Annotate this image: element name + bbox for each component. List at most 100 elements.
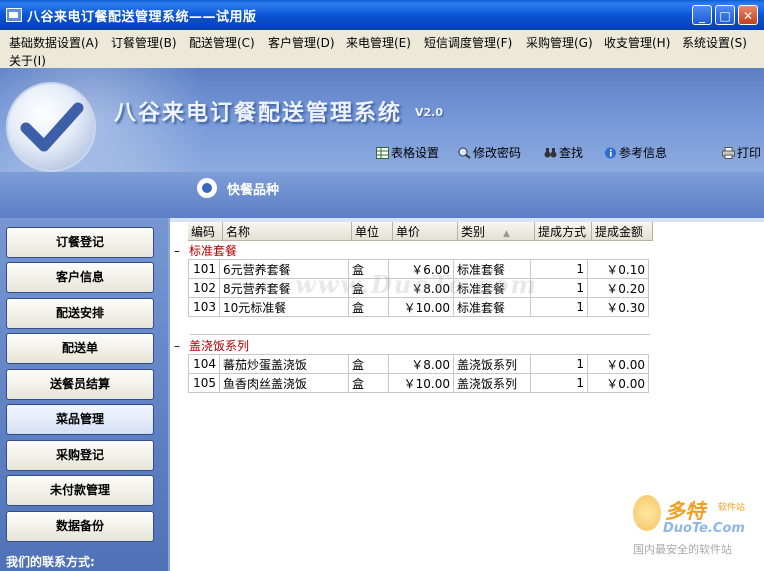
change-password-label: 修改密码 xyxy=(473,146,522,160)
cell-method: 1 xyxy=(530,278,588,298)
banner: 八谷来电订餐配送管理系统 V2.0 表格设置 修改密码 查找 参考信息 打印 xyxy=(0,68,764,172)
section-arrow-icon xyxy=(197,178,217,198)
info-icon xyxy=(605,147,616,159)
watermark-logo: 多特 软件站 DuoTe.Com 国内最安全的软件站 xyxy=(633,495,759,561)
cell-method: 1 xyxy=(530,297,588,317)
cell-code: 104 xyxy=(188,354,220,374)
sidebar-item-order-register[interactable]: 订餐登记 xyxy=(6,227,154,258)
toolbar: 表格设置 修改密码 查找 参考信息 打印 xyxy=(370,144,764,164)
sidebar: 订餐登记 客户信息 配送安排 配送单 送餐员结算 菜品管理 采购登记 未付款管理… xyxy=(0,218,168,571)
group-row[interactable]: – 标准套餐 xyxy=(174,242,237,259)
cell-amount: ￥0.10 xyxy=(587,259,649,279)
menu-call[interactable]: 来电管理(E) xyxy=(346,34,411,51)
menu-about[interactable]: 关于(I) xyxy=(9,52,46,69)
menu-sms[interactable]: 短信调度管理(F) xyxy=(424,34,512,51)
cell-price: ￥10.00 xyxy=(388,373,454,393)
section-header: 快餐品种 xyxy=(0,172,764,218)
sidebar-item-delivery-schedule[interactable]: 配送安排 xyxy=(6,298,154,329)
checkmark-logo-icon xyxy=(6,82,96,172)
sidebar-item-purchase-register[interactable]: 采购登记 xyxy=(6,440,154,471)
print-button[interactable]: 打印 xyxy=(722,144,761,161)
column-header-category[interactable]: 类别 ▲ xyxy=(457,222,535,241)
cell-unit: 盒 xyxy=(348,354,389,374)
cell-amount: ￥0.30 xyxy=(587,297,649,317)
cell-category: 盖浇饭系列 xyxy=(453,354,531,374)
collapse-icon[interactable]: – xyxy=(174,339,183,353)
sidebar-item-unpaid-management[interactable]: 未付款管理 xyxy=(6,475,154,506)
cell-method: 1 xyxy=(530,354,588,374)
sidebar-item-customer-info[interactable]: 客户信息 xyxy=(6,262,154,293)
window-title: 八谷来电订餐配送管理系统——试用版 xyxy=(27,10,257,25)
menu-order[interactable]: 订餐管理(B) xyxy=(111,34,177,51)
group-separator xyxy=(190,334,650,335)
menu-settings[interactable]: 系统设置(S) xyxy=(682,34,747,51)
table-settings-button[interactable]: 表格设置 xyxy=(376,144,439,161)
watermark-domain: DuoTe.Com xyxy=(663,521,745,536)
menu-finance[interactable]: 收支管理(H) xyxy=(604,34,670,51)
menu-basic-data[interactable]: 基础数据设置(A) xyxy=(9,34,99,51)
close-button[interactable]: ✕ xyxy=(738,5,758,25)
collapse-icon[interactable]: – xyxy=(174,244,183,258)
grid-header: 编码 名称 单位 单价 类别 ▲ 提成方式 提成金额 xyxy=(188,222,653,241)
column-header-commission-amount[interactable]: 提成金额 xyxy=(591,222,653,241)
cell-method: 1 xyxy=(530,373,588,393)
menu-delivery[interactable]: 配送管理(C) xyxy=(189,34,255,51)
mascot-icon xyxy=(633,495,661,531)
group-name: 盖浇饭系列 xyxy=(189,339,250,353)
column-header-name[interactable]: 名称 xyxy=(222,222,352,241)
sidebar-item-courier-settlement[interactable]: 送餐员结算 xyxy=(6,369,154,400)
menu-purchase[interactable]: 采购管理(G) xyxy=(526,34,593,51)
cell-code: 105 xyxy=(188,373,220,393)
table-row[interactable]: 104 蕃茄炒蛋盖浇饭 盒 ￥8.00 盖浇饭系列 1 ￥0.00 xyxy=(188,354,649,374)
watermark-tagline: 国内最安全的软件站 xyxy=(633,543,732,556)
title-bar: 八谷来电订餐配送管理系统——试用版 _ □ ✕ xyxy=(0,0,764,30)
cell-unit: 盒 xyxy=(348,297,389,317)
magnifier-key-icon xyxy=(458,147,471,159)
maximize-button[interactable]: □ xyxy=(715,5,735,25)
sort-ascending-icon: ▲ xyxy=(503,228,510,239)
cell-category: 盖浇饭系列 xyxy=(453,373,531,393)
cell-amount: ￥0.00 xyxy=(587,373,649,393)
app-icon xyxy=(6,8,22,22)
sidebar-item-data-backup[interactable]: 数据备份 xyxy=(6,511,154,542)
table-settings-icon xyxy=(376,147,389,159)
cell-amount: ￥0.00 xyxy=(587,354,649,374)
cell-unit: 盒 xyxy=(348,373,389,393)
group-table: 104 蕃茄炒蛋盖浇饭 盒 ￥8.00 盖浇饭系列 1 ￥0.00 105 鱼香… xyxy=(188,354,649,393)
cell-price: ￥10.00 xyxy=(388,297,454,317)
column-header-unit[interactable]: 单位 xyxy=(351,222,393,241)
reference-info-button[interactable]: 参考信息 xyxy=(604,144,667,161)
table-row[interactable]: 105 鱼香肉丝盖浇饭 盒 ￥10.00 盖浇饭系列 1 ￥0.00 xyxy=(188,373,649,393)
watermark-center: www.DuoTe.com xyxy=(295,270,538,299)
column-header-code[interactable]: 编码 xyxy=(188,222,223,241)
binoculars-icon xyxy=(544,148,557,158)
cell-category: 标准套餐 xyxy=(453,297,531,317)
watermark-brand-sub: 软件站 xyxy=(718,503,746,513)
column-header-category-label: 类别 xyxy=(461,224,486,239)
cell-name: 10元标准餐 xyxy=(219,297,349,317)
column-header-commission-method[interactable]: 提成方式 xyxy=(534,222,592,241)
cell-name: 蕃茄炒蛋盖浇饭 xyxy=(219,354,349,374)
cell-price: ￥8.00 xyxy=(388,354,454,374)
minimize-button[interactable]: _ xyxy=(692,5,712,25)
group-name: 标准套餐 xyxy=(189,244,238,258)
watermark-brand: 多特 xyxy=(665,499,705,523)
column-header-price[interactable]: 单价 xyxy=(392,222,458,241)
table-settings-label: 表格设置 xyxy=(391,146,440,160)
banner-version: V2.0 xyxy=(415,106,443,119)
printer-icon xyxy=(722,147,735,159)
find-button[interactable]: 查找 xyxy=(544,144,583,161)
reference-info-label: 参考信息 xyxy=(619,146,668,160)
cell-code: 103 xyxy=(188,297,220,317)
banner-title: 八谷来电订餐配送管理系统 xyxy=(114,100,403,126)
find-label: 查找 xyxy=(559,146,584,160)
menu-customer[interactable]: 客户管理(D) xyxy=(268,34,335,51)
cell-code: 101 xyxy=(188,259,220,279)
section-title: 快餐品种 xyxy=(227,183,280,198)
table-row[interactable]: 103 10元标准餐 盒 ￥10.00 标准套餐 1 ￥0.30 xyxy=(188,297,649,317)
sidebar-item-delivery-slip[interactable]: 配送单 xyxy=(6,333,154,364)
sidebar-item-dish-management[interactable]: 菜品管理 xyxy=(6,404,154,435)
cell-amount: ￥0.20 xyxy=(587,278,649,298)
change-password-button[interactable]: 修改密码 xyxy=(458,144,521,161)
group-row[interactable]: – 盖浇饭系列 xyxy=(174,337,249,354)
